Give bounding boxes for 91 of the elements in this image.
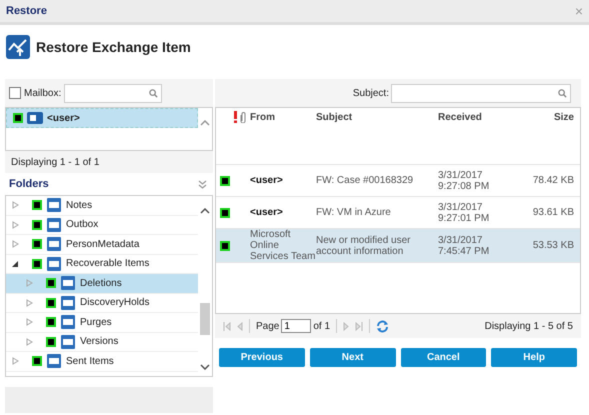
wizard-button[interactable]: Previous <box>219 348 305 367</box>
mailbox-search-field[interactable] <box>64 84 162 102</box>
page-count: of 1 <box>313 320 330 332</box>
window-title: Restore <box>6 5 47 17</box>
checkbox[interactable] <box>46 298 56 308</box>
table-cell-text: 78.42 KB <box>532 175 574 186</box>
mailbox-status: Displaying 1 - 1 of 1 <box>11 156 100 168</box>
search-icon <box>558 88 567 98</box>
page-title: Restore Exchange Item <box>36 39 191 55</box>
pager-status: Displaying 1 - 5 of 5 <box>484 320 573 332</box>
table-cell-text: 53.53 KB <box>532 240 574 251</box>
table-cell-text: FW: Case #00168329 <box>316 175 414 186</box>
folders-title: Folders <box>9 178 49 190</box>
table-cell-text: 93.61 KB <box>532 207 574 218</box>
folder-item[interactable]: Sent Items <box>6 352 198 372</box>
collapse-chevrons-icon[interactable] <box>198 180 207 188</box>
folder-name: Deletions <box>80 278 122 289</box>
folder-item[interactable]: Versions <box>6 332 198 352</box>
folder-name: Sent Items <box>66 356 114 367</box>
next-page-icon[interactable] <box>343 322 350 330</box>
previous-page-icon[interactable] <box>237 322 243 330</box>
folder-icon <box>61 315 75 330</box>
wizard-button[interactable]: Cancel <box>400 348 486 367</box>
checkbox[interactable] <box>9 87 21 99</box>
subject-search-field[interactable] <box>391 84 571 102</box>
page-label: Page <box>256 320 280 332</box>
mailbox-label: Mailbox: <box>24 88 62 98</box>
checkbox[interactable] <box>32 220 42 230</box>
checkbox[interactable] <box>46 317 56 328</box>
last-page-icon[interactable] <box>355 322 364 330</box>
first-page-icon[interactable] <box>223 322 231 330</box>
folder-name: Purges <box>80 316 112 328</box>
checkbox[interactable] <box>220 208 230 218</box>
folder-icon <box>47 256 61 271</box>
folder-icon <box>47 218 61 232</box>
checkbox[interactable] <box>46 278 56 288</box>
mailbox-icon <box>27 112 43 124</box>
scrollbar-thumb[interactable] <box>200 303 210 335</box>
wizard-button[interactable]: Next <box>310 348 396 367</box>
folder-icon <box>61 334 75 349</box>
folder-item[interactable]: Outbox <box>6 216 198 235</box>
column-header[interactable]: Size <box>518 112 574 122</box>
checkbox[interactable] <box>32 258 42 269</box>
checkbox[interactable] <box>32 200 42 210</box>
folder-item[interactable]: PersonMetadata <box>6 235 198 254</box>
restore-chart-icon <box>6 35 30 59</box>
folder-name: Notes <box>66 200 92 211</box>
column-header[interactable]: Received <box>438 112 518 122</box>
folder-icon <box>47 354 61 368</box>
checkbox[interactable] <box>32 356 42 366</box>
folder-icon <box>61 296 75 310</box>
chevron-down-icon[interactable] <box>200 364 210 370</box>
column-header[interactable]: Subject <box>316 112 438 122</box>
folder-item[interactable]: Deletions <box>6 274 198 294</box>
checkbox[interactable] <box>220 176 230 186</box>
refresh-icon[interactable] <box>376 320 390 332</box>
column-header[interactable]: From <box>250 112 316 122</box>
subject-label: Subject: <box>352 88 389 98</box>
message-row[interactable]: <user> FW: Case #00168329 3/31/2017 9:27:08 PM 78.42 KB <box>216 164 580 196</box>
checkbox[interactable] <box>46 336 56 347</box>
expander-icon[interactable] <box>12 260 19 268</box>
paperclip-icon <box>240 111 246 123</box>
mailbox-name: <user> <box>47 112 80 124</box>
table-cell-text: 3/31/2017 9:27:01 PM <box>438 202 490 224</box>
folder-icon <box>61 276 75 290</box>
folder-name: Versions <box>80 336 118 348</box>
checkbox[interactable] <box>13 113 23 123</box>
table-cell-text: New or modified user account information <box>316 234 412 256</box>
importance-icon <box>233 111 238 123</box>
folder-icon <box>47 237 61 252</box>
folder-item[interactable]: Notes <box>6 196 198 216</box>
folder-name: DiscoveryHolds <box>80 297 150 308</box>
folder-icon <box>47 198 61 212</box>
checkbox[interactable] <box>32 239 42 250</box>
mailbox-item[interactable]: <user> <box>6 108 198 128</box>
table-cell-text: 3/31/2017 7:45:47 PM <box>438 234 490 256</box>
folder-name: Outbox <box>66 219 98 230</box>
table-cell-text: FW: VM in Azure <box>316 207 392 218</box>
folder-item[interactable]: DiscoveryHolds <box>6 294 198 313</box>
search-icon <box>149 88 158 98</box>
wizard-button[interactable]: Help <box>491 348 577 367</box>
folder-name: PersonMetadata <box>66 238 140 250</box>
folder-name: Recoverable Items <box>66 258 150 270</box>
page-input[interactable]: 1 <box>281 319 312 333</box>
table-cell-text: <user> <box>250 175 284 186</box>
table-cell-text: 3/31/2017 9:27:08 PM <box>438 170 490 192</box>
chevron-up-icon[interactable] <box>200 208 210 214</box>
folder-item[interactable]: Purges <box>6 313 198 332</box>
checkbox[interactable] <box>220 240 230 250</box>
table-cell: Microsoft Online Services Team <box>250 229 316 262</box>
table-cell-text: <user> <box>250 207 284 218</box>
